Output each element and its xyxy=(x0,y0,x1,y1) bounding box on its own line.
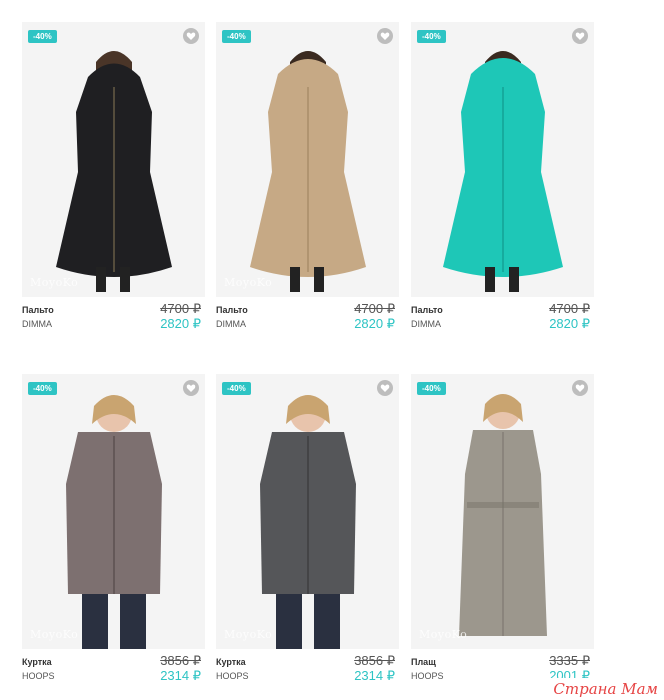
new-price: 2820 ₽ xyxy=(160,316,201,331)
old-price: 3335 ₽ xyxy=(549,653,590,668)
raincoat-illustration xyxy=(411,374,594,649)
favorite-heart-icon[interactable] xyxy=(183,380,199,396)
jacket-illustration xyxy=(22,374,205,649)
discount-badge: -40% xyxy=(417,382,446,395)
photo-watermark: MoyoKo xyxy=(224,628,273,641)
product-brand: HOOPS xyxy=(22,671,55,681)
product-brand: DIMMA xyxy=(411,319,441,329)
product-grid: -40% MoyoKo Пальто DIMMA 4700 ₽ 2820 ₽ -… xyxy=(0,0,664,700)
product-name[interactable]: Пальто xyxy=(216,305,248,315)
product-name[interactable]: Пальто xyxy=(22,305,54,315)
discount-badge: -40% xyxy=(417,30,446,43)
product-brand: HOOPS xyxy=(216,671,249,681)
product-photo[interactable]: -40% MoyoKo xyxy=(216,374,399,649)
coat-illustration xyxy=(22,22,205,297)
product-info: Пальто DIMMA 4700 ₽ 2820 ₽ xyxy=(411,297,594,337)
new-price: 2820 ₽ xyxy=(354,316,395,331)
product-card[interactable]: -40% Пальто DIMMA 4700 ₽ 2820 ₽ xyxy=(411,22,594,337)
product-card[interactable]: -40% MoyoKo Плащ HOOPS 3335 ₽ 2001 ₽ xyxy=(411,374,594,689)
product-info: Куртка HOOPS 3856 ₽ 2314 ₽ xyxy=(216,649,399,689)
old-price: 4700 ₽ xyxy=(549,301,590,316)
new-price: 2820 ₽ xyxy=(549,316,590,331)
product-name[interactable]: Плащ xyxy=(411,657,436,667)
product-info: Куртка HOOPS 3856 ₽ 2314 ₽ xyxy=(22,649,205,689)
new-price: 2314 ₽ xyxy=(354,668,395,683)
product-brand: HOOPS xyxy=(411,671,444,681)
discount-badge: -40% xyxy=(28,30,57,43)
favorite-heart-icon[interactable] xyxy=(377,28,393,44)
new-price: 2314 ₽ xyxy=(160,668,201,683)
coat-illustration xyxy=(216,22,399,297)
product-brand: DIMMA xyxy=(216,319,246,329)
product-photo[interactable]: -40% MoyoKo xyxy=(22,22,205,297)
product-name[interactable]: Куртка xyxy=(216,657,246,667)
old-price: 3856 ₽ xyxy=(354,653,395,668)
site-watermark: Страна Мам xyxy=(549,678,662,700)
old-price: 4700 ₽ xyxy=(160,301,201,316)
old-price: 4700 ₽ xyxy=(354,301,395,316)
product-info: Пальто DIMMA 4700 ₽ 2820 ₽ xyxy=(216,297,399,337)
product-photo[interactable]: -40% MoyoKo xyxy=(411,374,594,649)
photo-watermark: MoyoKo xyxy=(224,276,273,289)
photo-watermark: MoyoKo xyxy=(30,628,79,641)
jacket-illustration xyxy=(216,374,399,649)
old-price: 3856 ₽ xyxy=(160,653,201,668)
favorite-heart-icon[interactable] xyxy=(572,28,588,44)
favorite-heart-icon[interactable] xyxy=(183,28,199,44)
product-card[interactable]: -40% MoyoKo Куртка HOOPS 3856 ₽ 2314 ₽ xyxy=(216,374,399,689)
favorite-heart-icon[interactable] xyxy=(572,380,588,396)
product-photo[interactable]: -40% MoyoKo xyxy=(22,374,205,649)
product-card[interactable]: -40% MoyoKo Пальто DIMMA 4700 ₽ 2820 ₽ xyxy=(22,22,205,337)
product-name[interactable]: Пальто xyxy=(411,305,443,315)
product-photo[interactable]: -40% xyxy=(411,22,594,297)
photo-watermark: MoyoKo xyxy=(30,276,79,289)
coat-illustration xyxy=(411,22,594,297)
favorite-heart-icon[interactable] xyxy=(377,380,393,396)
discount-badge: -40% xyxy=(28,382,57,395)
photo-watermark: MoyoKo xyxy=(419,628,468,641)
product-info: Пальто DIMMA 4700 ₽ 2820 ₽ xyxy=(22,297,205,337)
product-card[interactable]: -40% MoyoKo Куртка HOOPS 3856 ₽ 2314 ₽ xyxy=(22,374,205,689)
product-brand: DIMMA xyxy=(22,319,52,329)
discount-badge: -40% xyxy=(222,30,251,43)
discount-badge: -40% xyxy=(222,382,251,395)
product-card[interactable]: -40% MoyoKo Пальто DIMMA 4700 ₽ 2820 ₽ xyxy=(216,22,399,337)
product-photo[interactable]: -40% MoyoKo xyxy=(216,22,399,297)
product-name[interactable]: Куртка xyxy=(22,657,52,667)
